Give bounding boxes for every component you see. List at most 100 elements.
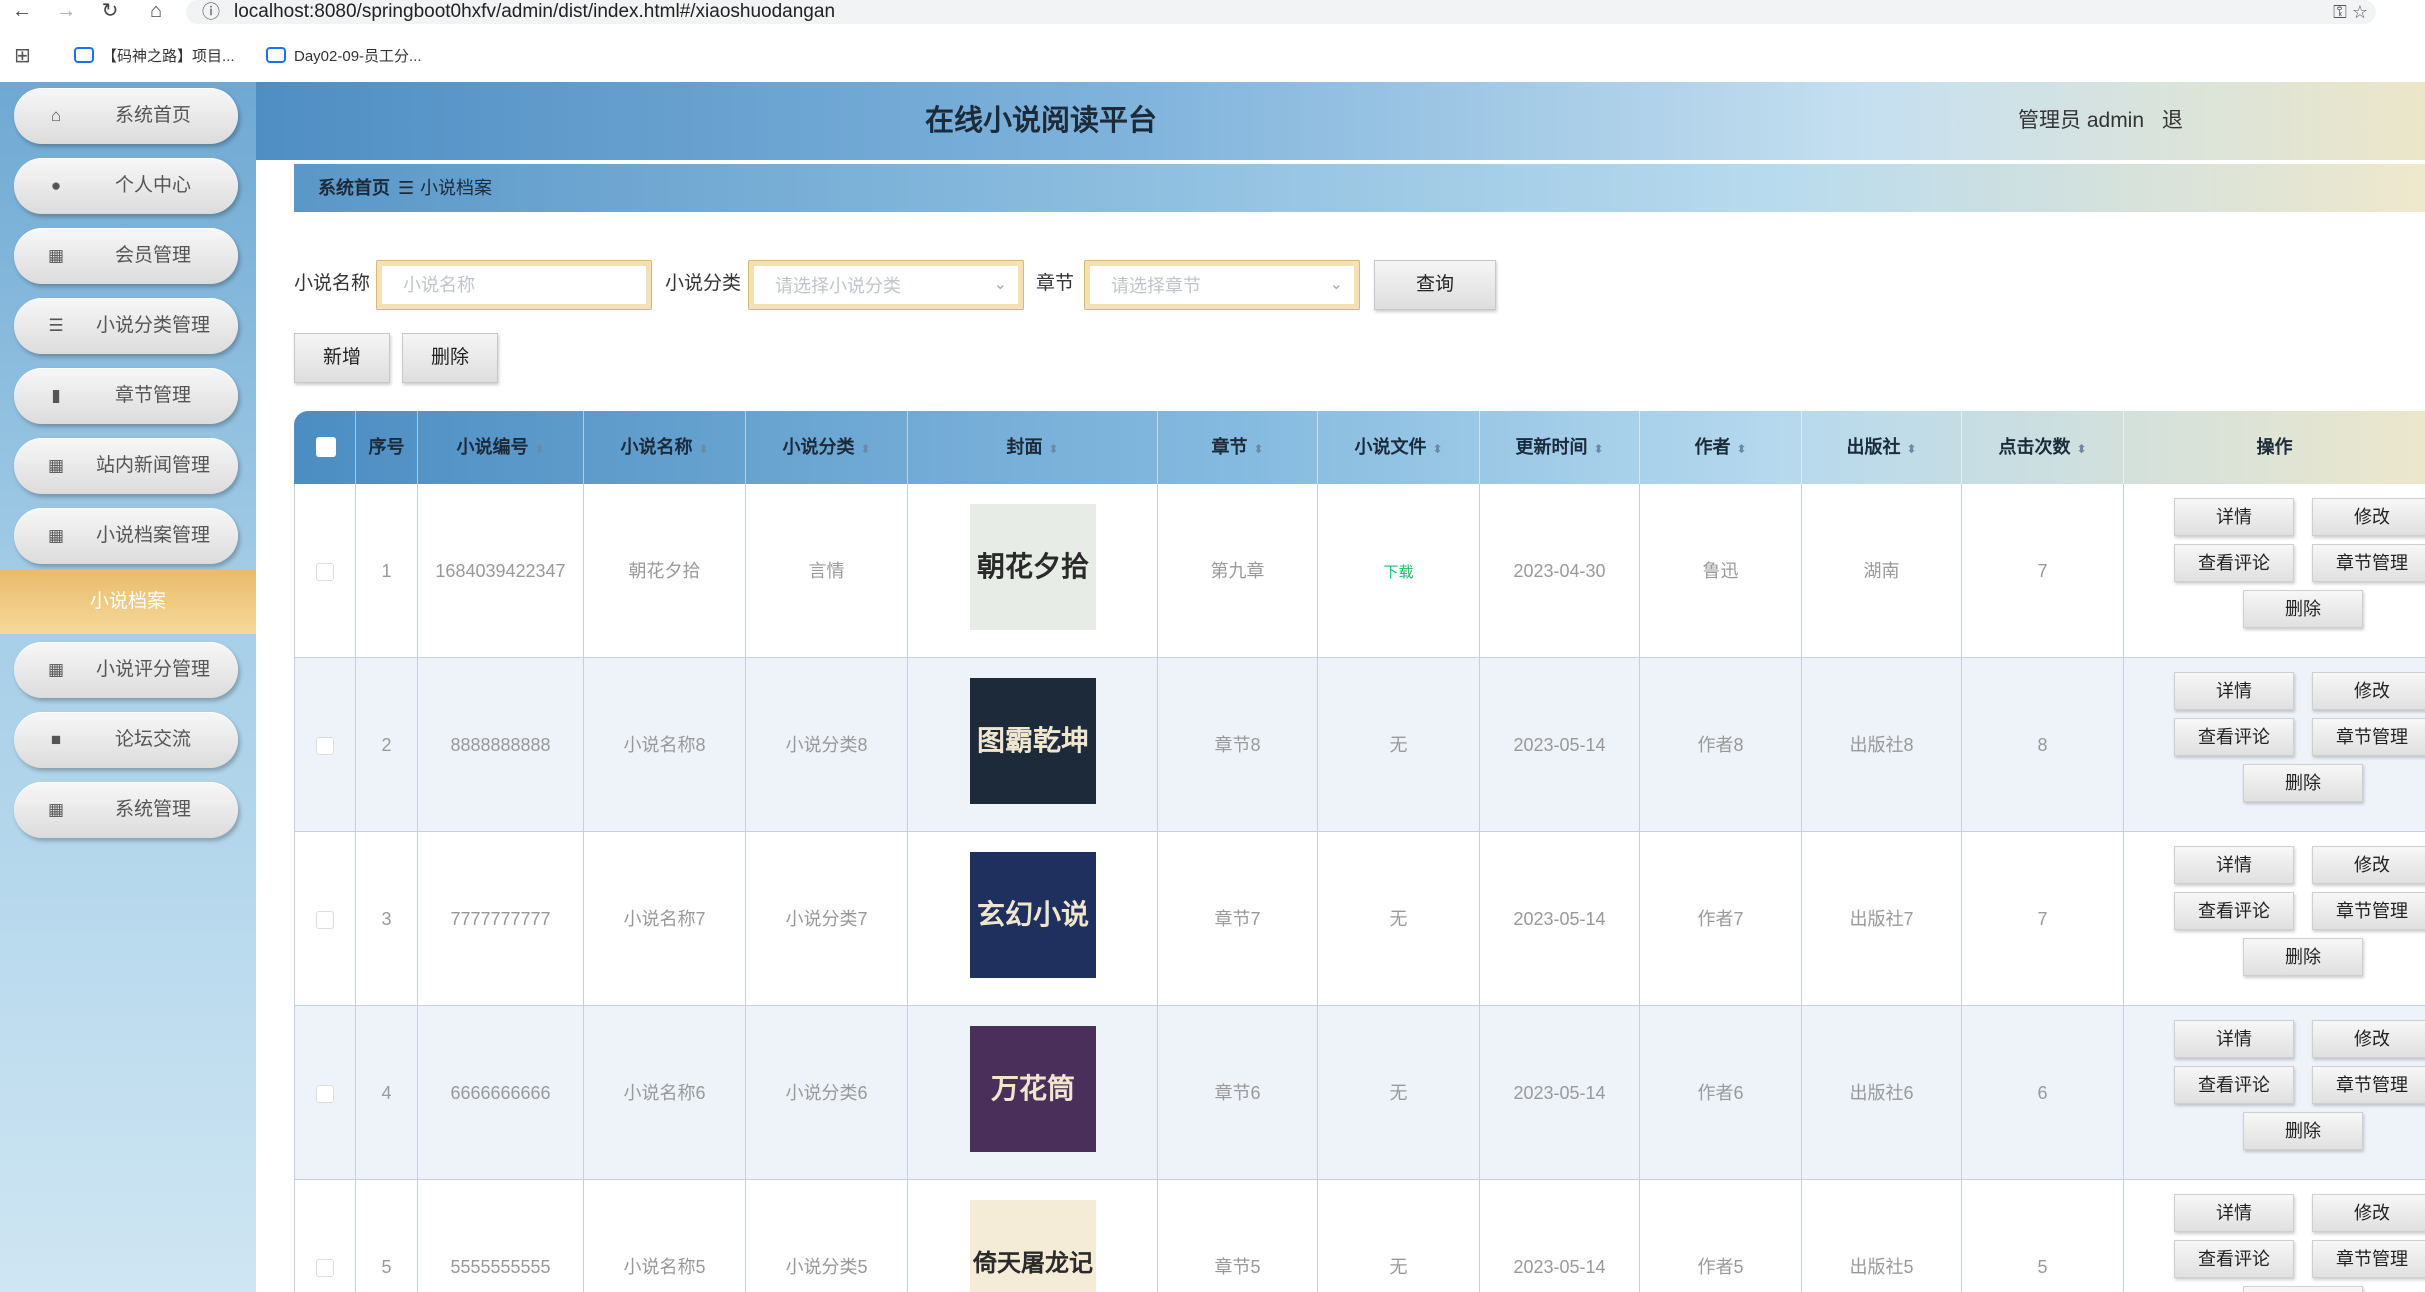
sidebar-item-ratings[interactable]: ▦ 小说评分管理 <box>14 642 238 698</box>
cover-image[interactable]: 朝花夕拾 <box>970 504 1096 630</box>
bookmark-1[interactable]: 【码神之路】项目... <box>74 44 235 70</box>
query-button[interactable]: 查询 <box>1374 260 1496 310</box>
edit-button[interactable]: 修改 <box>2312 1194 2425 1232</box>
cell-date: 2023-04-30 <box>1480 484 1640 658</box>
home-icon[interactable]: ⌂ <box>142 0 170 24</box>
cell-text: 章节8 <box>1214 735 1261 755</box>
novel-name-input[interactable] <box>383 267 645 303</box>
edit-button[interactable]: 修改 <box>2312 846 2425 884</box>
detail-button[interactable]: 详情 <box>2174 846 2294 884</box>
cell-clicks: 7 <box>1962 832 2124 1006</box>
info-icon[interactable]: ⓘ <box>200 1 222 23</box>
bilibili-icon <box>74 47 94 63</box>
delete-button[interactable]: 删除 <box>2243 938 2363 976</box>
col-category[interactable]: 小说分类 ⬍ <box>746 411 908 484</box>
sidebar-item-system[interactable]: ▦ 系统管理 <box>14 782 238 838</box>
edit-button[interactable]: 修改 <box>2312 672 2425 710</box>
chapter-manage-button[interactable]: 章节管理 <box>2312 544 2425 582</box>
actions-cell: 详情修改查看评论章节管理删除 <box>2124 658 2425 832</box>
sidebar-item-members[interactable]: ▦ 会员管理 <box>14 228 238 284</box>
add-button[interactable]: 新增 <box>294 333 390 383</box>
col-file[interactable]: 小说文件 ⬍ <box>1318 411 1480 484</box>
select-all-checkbox[interactable] <box>316 437 336 457</box>
batch-delete-button[interactable]: 删除 <box>402 333 498 383</box>
cell-text: 第九章 <box>1210 561 1265 581</box>
books-icon: ▮ <box>51 386 61 405</box>
cover-image[interactable]: 万花筒 <box>970 1026 1096 1152</box>
edit-button[interactable]: 修改 <box>2312 1020 2425 1058</box>
bookmark-star-icon[interactable]: ⚿ ☆ <box>2333 0 2368 24</box>
category-select[interactable]: 请选择小说分类 ⌄ <box>748 260 1024 310</box>
cell-text: 5555555555 <box>450 1257 551 1277</box>
cover-title: 朝花夕拾 <box>977 549 1090 583</box>
cell-idx: 2 <box>356 658 418 832</box>
col-cover[interactable]: 封面 ⬍ <box>908 411 1158 484</box>
sidebar-subitem-novel-archive[interactable]: 小说档案 <box>0 570 256 634</box>
detail-button[interactable]: 详情 <box>2174 672 2294 710</box>
col-novel-name[interactable]: 小说名称 ⬍ <box>584 411 746 484</box>
chapter-manage-button[interactable]: 章节管理 <box>2312 718 2425 756</box>
row-checkbox[interactable] <box>316 1259 334 1278</box>
cover-image[interactable]: 倚天屠龙记 <box>970 1200 1096 1292</box>
col-update-time[interactable]: 更新时间 ⬍ <box>1480 411 1640 484</box>
chapter-select[interactable]: 请选择章节 ⌄ <box>1084 260 1360 310</box>
sidebar-item-forum[interactable]: ■ 论坛交流 <box>14 712 238 768</box>
cover-image[interactable]: 图霸乾坤 <box>970 678 1096 804</box>
row-checkbox[interactable] <box>316 737 334 756</box>
cover-cell: 万花筒 <box>908 1006 1158 1180</box>
detail-button[interactable]: 详情 <box>2174 1020 2294 1058</box>
address-bar[interactable]: ⓘ localhost:8080/springboot0hxfv/admin/d… <box>186 0 2376 24</box>
sidebar-item-novel-archive[interactable]: ▦ 小说档案管理 <box>14 508 238 564</box>
view-comments-button[interactable]: 查看评论 <box>2174 1240 2294 1278</box>
row-checkbox[interactable] <box>316 563 334 582</box>
table-row: 5 5555555555 小说名称5 小说分类5 倚天屠龙记 章节5 无 2023-05-14… <box>294 1180 2425 1292</box>
col-publisher[interactable]: 出版社 ⬍ <box>1802 411 1962 484</box>
col-clicks[interactable]: 点击次数 ⬍ <box>1962 411 2124 484</box>
sidebar-item-categories[interactable]: ☰ 小说分类管理 <box>14 298 238 354</box>
sidebar-item-profile[interactable]: ● 个人中心 <box>14 158 238 214</box>
cell-clicks: 5 <box>1962 1180 2124 1292</box>
sidebar-item-news[interactable]: ▦ 站内新闻管理 <box>14 438 238 494</box>
sidebar-item-home[interactable]: ⌂ 系统首页 <box>14 88 238 144</box>
col-publisher-label: 出版社 <box>1846 437 1901 457</box>
breadcrumb-home[interactable]: 系统首页 <box>318 164 390 212</box>
novel-name-field[interactable] <box>376 260 652 310</box>
sidebar-item-label: 论坛交流 <box>114 729 191 750</box>
forward-icon[interactable]: → <box>52 0 80 24</box>
view-comments-button[interactable]: 查看评论 <box>2174 718 2294 756</box>
cover-image[interactable]: 玄幻小说 <box>970 852 1096 978</box>
delete-button[interactable]: 删除 <box>2243 764 2363 802</box>
view-comments-button[interactable]: 查看评论 <box>2174 892 2294 930</box>
chapter-manage-button[interactable]: 章节管理 <box>2312 1240 2425 1278</box>
delete-button[interactable]: 删除 <box>2243 1112 2363 1150</box>
delete-button[interactable]: 删除 <box>2243 590 2363 628</box>
view-comments-button[interactable]: 查看评论 <box>2174 544 2294 582</box>
row-checkbox[interactable] <box>316 911 334 930</box>
edit-button[interactable]: 修改 <box>2312 498 2425 536</box>
detail-button[interactable]: 详情 <box>2174 1194 2294 1232</box>
table-row: 4 6666666666 小说名称6 小说分类6 万花筒 章节6 无 2023-05-14 作者… <box>294 1006 2425 1180</box>
chapter-manage-button[interactable]: 章节管理 <box>2312 892 2425 930</box>
cell-author: 鲁迅 <box>1640 484 1802 658</box>
download-link[interactable]: 下载 <box>1383 564 1413 581</box>
col-novel-no[interactable]: 小说编号 ⬍ <box>418 411 584 484</box>
apps-icon[interactable]: ⊞ <box>14 44 38 68</box>
row-checkbox[interactable] <box>316 1085 334 1104</box>
view-comments-button[interactable]: 查看评论 <box>2174 1066 2294 1104</box>
cell-text: 小说名称6 <box>623 1083 706 1103</box>
cover-title: 玄幻小说 <box>977 897 1090 931</box>
url-text[interactable]: localhost:8080/springboot0hxfv/admin/dis… <box>234 0 835 24</box>
reload-icon[interactable]: ↻ <box>96 0 124 24</box>
detail-button[interactable]: 详情 <box>2174 498 2294 536</box>
sidebar-item-chapters[interactable]: ▮ 章节管理 <box>14 368 238 424</box>
col-chapter[interactable]: 章节 ⬍ <box>1158 411 1318 484</box>
logout-link[interactable]: 退 <box>2162 109 2183 132</box>
col-author[interactable]: 作者 ⬍ <box>1640 411 1802 484</box>
delete-button[interactable]: 删除 <box>2243 1286 2363 1292</box>
cell-text: 小说名称7 <box>623 909 706 929</box>
cell-text: 言情 <box>808 561 845 581</box>
bookmark-2[interactable]: Day02-09-员工分... <box>266 44 422 70</box>
chapter-manage-button[interactable]: 章节管理 <box>2312 1066 2425 1104</box>
bookmark-1-label: 【码神之路】项目... <box>102 48 235 65</box>
back-icon[interactable]: ← <box>8 0 36 24</box>
